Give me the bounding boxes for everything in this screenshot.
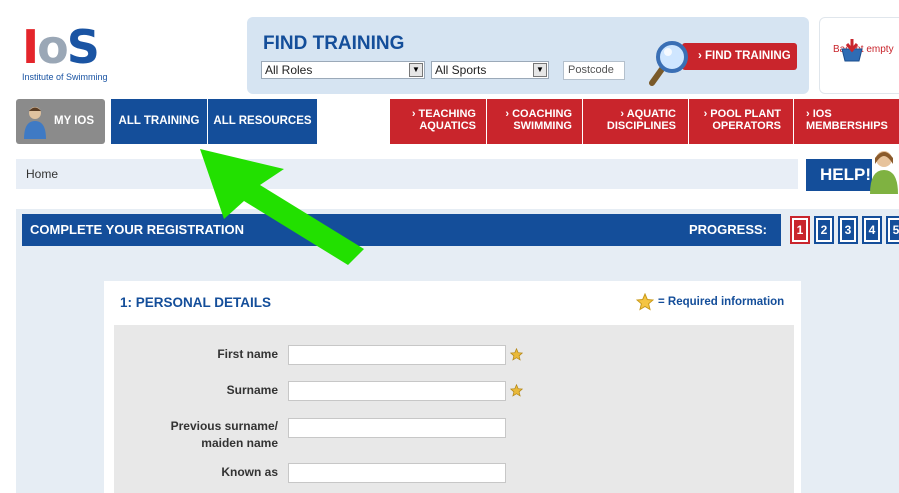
nav-aquatic-disciplines-line2: DISCIPLINES	[606, 120, 676, 132]
required-star-icon	[510, 348, 523, 361]
registration-header: COMPLETE YOUR REGISTRATION PROGRESS:	[22, 214, 781, 246]
sports-select-value: All Sports	[435, 63, 487, 77]
progress-step-3[interactable]: 3	[838, 216, 858, 244]
page: IoS Institute of Swimming FIND TRAINING …	[0, 0, 899, 493]
find-training-button[interactable]: › FIND TRAINING	[682, 43, 797, 70]
nav-all-resources[interactable]: ALL RESOURCES	[208, 99, 317, 144]
progress-step-2[interactable]: 2	[814, 216, 834, 244]
breadcrumb: Home	[16, 159, 798, 189]
sports-select[interactable]: All Sports ▼	[431, 61, 549, 79]
nav-pool-plant-operators-line1: › POOL PLANT	[703, 108, 781, 120]
known-as-label: Known as	[221, 465, 278, 479]
nav-teaching-aquatics[interactable]: › TEACHING AQUATICS	[390, 99, 486, 144]
nav-ios-memberships-line1: › IOS	[806, 108, 832, 120]
ios-logo[interactable]: IoS Institute of Swimming	[22, 24, 132, 88]
nav-ios-memberships[interactable]: › IOS MEMBERSHIPS	[794, 99, 899, 144]
nav-coaching-swimming-line2: SWIMMING	[513, 120, 572, 132]
previous-surname-label-line2: maiden name	[201, 436, 278, 450]
basket-icon	[841, 39, 863, 62]
personal-details-card: 1: PERSONAL DETAILS = Required informati…	[104, 281, 801, 493]
personal-details-title: 1: PERSONAL DETAILS	[120, 295, 272, 310]
known-as-input[interactable]	[288, 463, 506, 483]
help-person-icon	[870, 151, 898, 194]
magnifier-icon	[649, 41, 688, 86]
roles-select[interactable]: All Roles ▼	[261, 61, 425, 79]
user-avatar-icon	[24, 107, 46, 139]
nav-coaching-swimming[interactable]: › COACHING SWIMMING	[487, 99, 582, 144]
logo-mark: IoS	[22, 20, 100, 74]
previous-surname-label-line1: Previous surname/	[170, 419, 278, 433]
nav-ios-memberships-line2: MEMBERSHIPS	[806, 120, 888, 132]
progress-step-4[interactable]: 4	[862, 216, 882, 244]
nav-all-training[interactable]: ALL TRAINING	[111, 99, 207, 144]
first-name-input[interactable]	[288, 345, 506, 365]
find-training-button-label: FIND TRAINING	[705, 50, 791, 62]
nav-my-ios-label: MY IOS	[54, 115, 95, 127]
previous-surname-label: Previous surname/ maiden name	[114, 418, 278, 452]
postcode-input[interactable]: Postcode	[563, 61, 625, 80]
required-star-icon	[636, 293, 654, 311]
logo-tagline: Institute of Swimming	[22, 72, 108, 82]
basket[interactable]: Basket empty	[819, 17, 899, 94]
nav-pool-plant-operators-line2: OPERATORS	[712, 120, 781, 132]
personal-details-form: First name Surname Previous surname/ mai…	[114, 325, 794, 493]
previous-surname-input[interactable]	[288, 418, 506, 438]
first-name-label: First name	[217, 347, 278, 361]
nav-teaching-aquatics-line1: › TEACHING	[411, 108, 476, 120]
required-information-text: = Required information	[658, 296, 785, 309]
progress-label: PROGRESS:	[688, 222, 767, 237]
nav-my-ios[interactable]: MY IOS	[16, 99, 105, 144]
roles-select-value: All Roles	[265, 63, 313, 77]
dropdown-arrow-icon: ▼	[533, 63, 547, 77]
green-pointer-arrow-icon	[200, 149, 364, 265]
nav-coaching-swimming-line1: › COACHING	[505, 108, 572, 120]
progress-step-1[interactable]: 1	[790, 216, 810, 244]
find-training-title: FIND TRAINING	[263, 33, 405, 54]
nav-aquatic-disciplines[interactable]: › AQUATIC DISCIPLINES	[583, 99, 688, 144]
required-information-note: = Required information	[636, 293, 784, 311]
surname-input[interactable]	[288, 381, 506, 401]
dropdown-arrow-icon: ▼	[409, 63, 423, 77]
help-button[interactable]: HELP!	[806, 159, 872, 191]
find-training-panel: FIND TRAINING All Roles ▼ All Sports ▼ P…	[247, 17, 809, 94]
progress-step-5[interactable]: 5	[886, 216, 899, 244]
nav-aquatic-disciplines-line1: › AQUATIC	[620, 108, 676, 120]
surname-label: Surname	[226, 383, 278, 397]
nav-pool-plant-operators[interactable]: › POOL PLANT OPERATORS	[689, 99, 793, 144]
required-star-icon	[510, 384, 523, 397]
breadcrumb-home[interactable]: Home	[26, 167, 58, 181]
nav-teaching-aquatics-line2: AQUATICS	[419, 120, 476, 132]
postcode-placeholder: Postcode	[568, 64, 614, 76]
